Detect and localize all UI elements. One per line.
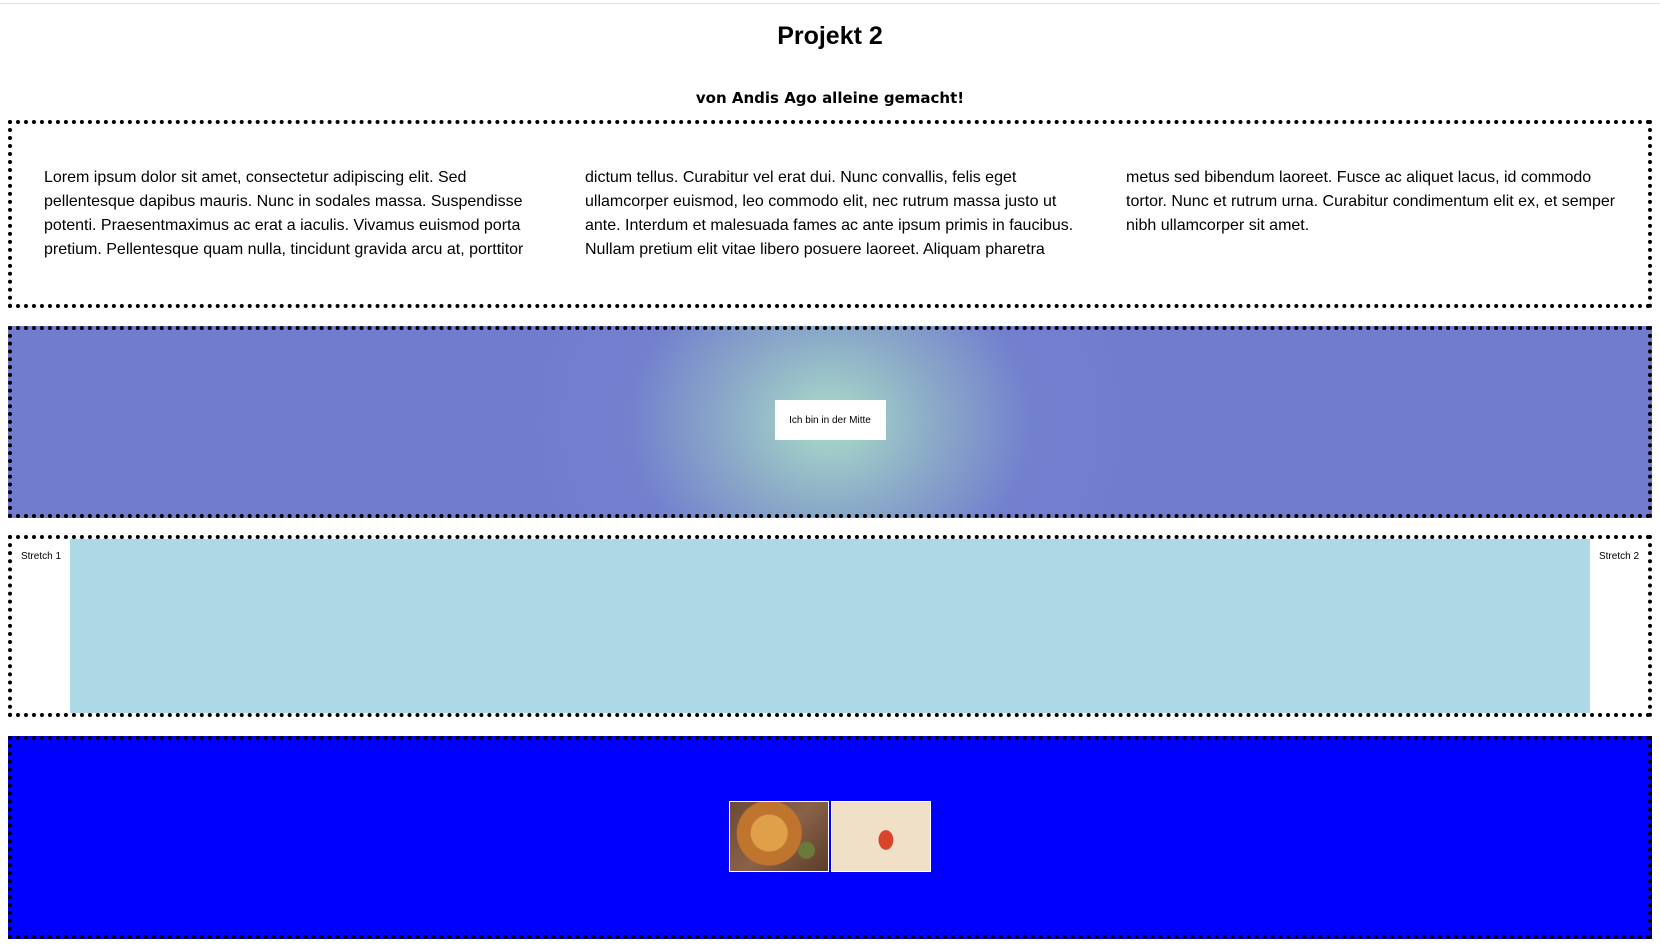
- gradient-section: Ich bin in der Mitte: [8, 326, 1652, 518]
- stretch-label-1: Stretch 1: [20, 551, 62, 562]
- center-label: Ich bin in der Mitte: [789, 414, 871, 426]
- page-title: Projekt 2: [777, 22, 883, 50]
- stretch-section: Stretch 1 Stretch 2: [8, 535, 1652, 717]
- stretch-item-2: Stretch 2: [1590, 539, 1648, 713]
- stretch-item-1: Stretch 1: [12, 539, 70, 713]
- page-subtitle: von Andis Ago alleine gemacht!: [695, 89, 965, 107]
- stretch-fill: [70, 539, 1590, 713]
- top-divider: [0, 3, 1660, 4]
- image-row: [729, 801, 931, 872]
- text-section: Lorem ipsum dolor sit amet, consectetur …: [8, 120, 1652, 308]
- center-box: Ich bin in der Mitte: [774, 400, 886, 440]
- image-section: [8, 736, 1652, 939]
- pizza-image-2: [831, 801, 931, 872]
- stretch-label-2: Stretch 2: [1598, 551, 1640, 562]
- pizza-image-1: [729, 801, 829, 872]
- text-columns: Lorem ipsum dolor sit amet, consectetur …: [44, 169, 1616, 258]
